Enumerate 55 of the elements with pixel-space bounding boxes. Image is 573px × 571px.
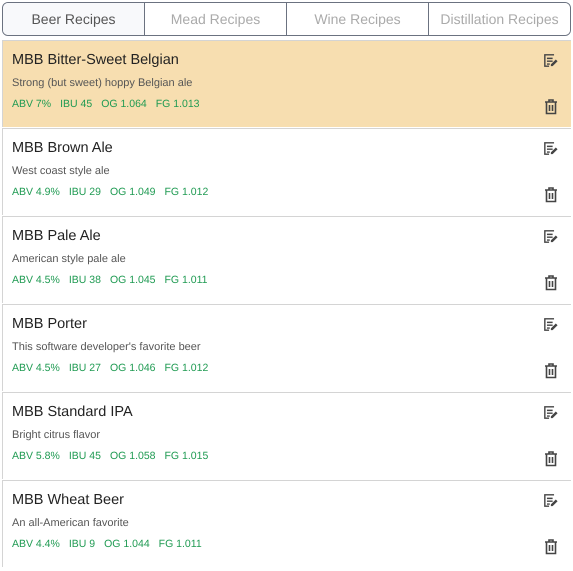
recipe-stat: ABV 4.4% [12, 536, 60, 552]
edit-icon[interactable] [542, 52, 559, 69]
recipe-stat: OG 1.044 [104, 536, 150, 552]
recipe-stat: OG 1.058 [110, 448, 156, 464]
recipe-stat: FG 1.013 [156, 96, 200, 112]
recipe-stat: OG 1.046 [110, 360, 156, 376]
recipe-card[interactable]: MBB Standard IPA Bright citrus flavor ABV 5.8% IBU 45 OG 1.058 FG 1.015 [2, 392, 571, 479]
recipe-description: An all-American favorite [12, 516, 130, 531]
recipe-title: MBB Standard IPA [12, 403, 134, 421]
recipe-description: Strong (but sweet) hoppy Belgian ale [12, 76, 194, 91]
recipe-stat: FG 1.012 [164, 184, 208, 200]
edit-icon[interactable] [542, 492, 559, 509]
tab[interactable]: Beer Recipes [3, 3, 144, 35]
trash-icon[interactable] [544, 99, 558, 115]
recipe-title: MBB Pale Ale [12, 227, 102, 245]
edit-icon[interactable] [542, 316, 559, 333]
trash-icon[interactable] [544, 363, 558, 379]
recipe-stat: IBU 45 [60, 96, 92, 112]
recipe-stat: OG 1.049 [110, 184, 156, 200]
trash-icon[interactable] [544, 451, 558, 467]
edit-icon[interactable] [542, 140, 559, 157]
recipe-stat: IBU 29 [68, 184, 101, 200]
recipe-card[interactable]: MBB Brown Ale West coast style ale ABV 4.9% IBU 29 OG 1.049 FG 1.012 [2, 128, 571, 215]
recipe-title: MBB Porter [12, 315, 88, 333]
recipe-title: MBB Brown Ale [12, 139, 114, 157]
recipe-stat: ABV 7% [12, 96, 52, 112]
recipe-card[interactable]: MBB Porter This software developer's favorite beer ABV 4.5% IBU 27 OG 1.046 FG 1.012 [2, 304, 571, 391]
recipe-stat: OG 1.045 [110, 272, 156, 288]
recipe-stat: IBU 45 [68, 448, 101, 464]
edit-icon[interactable] [542, 228, 559, 245]
trash-icon[interactable] [544, 539, 558, 555]
recipe-description: West coast style ale [12, 164, 111, 179]
recipe-stat: FG 1.012 [164, 360, 208, 376]
recipe-stat: ABV 4.5% [12, 272, 60, 288]
recipe-stat: IBU 9 [68, 536, 96, 552]
recipe-stat: IBU 38 [68, 272, 101, 288]
recipe-description: Bright citrus flavor [12, 428, 102, 443]
recipe-stat: IBU 27 [68, 360, 101, 376]
trash-icon[interactable] [544, 275, 558, 291]
recipe-stat: ABV 5.8% [12, 448, 60, 464]
edit-icon[interactable] [542, 404, 559, 421]
recipe-title: MBB Wheat Beer [12, 491, 126, 509]
recipe-card[interactable]: MBB Bitter-Sweet Belgian Strong (but sweet) hoppy Belgian ale ABV 7% IBU 45 OG 1.064 FG 1.013 [2, 40, 571, 127]
recipe-title: MBB Bitter-Sweet Belgian [12, 51, 180, 69]
recipe-stat: ABV 4.9% [12, 184, 60, 200]
recipe-stat: FG 1.015 [164, 448, 208, 464]
recipe-stat: ABV 4.5% [12, 360, 60, 376]
recipe-stat: OG 1.064 [101, 96, 147, 112]
recipe-card[interactable]: MBB Pale Ale American style pale ale ABV 4.5% IBU 38 OG 1.045 FG 1.011 [2, 216, 571, 303]
recipe-card[interactable]: MBB Wheat Beer An all-American favorite ABV 4.4% IBU 9 OG 1.044 FG 1.011 [2, 480, 571, 567]
trash-icon[interactable] [544, 187, 558, 203]
recipe-stat: FG 1.011 [164, 272, 208, 288]
recipe-description: This software developer's favorite beer [12, 340, 202, 355]
recipe-stat: FG 1.011 [158, 536, 202, 552]
recipe-description: American style pale ale [12, 252, 127, 267]
